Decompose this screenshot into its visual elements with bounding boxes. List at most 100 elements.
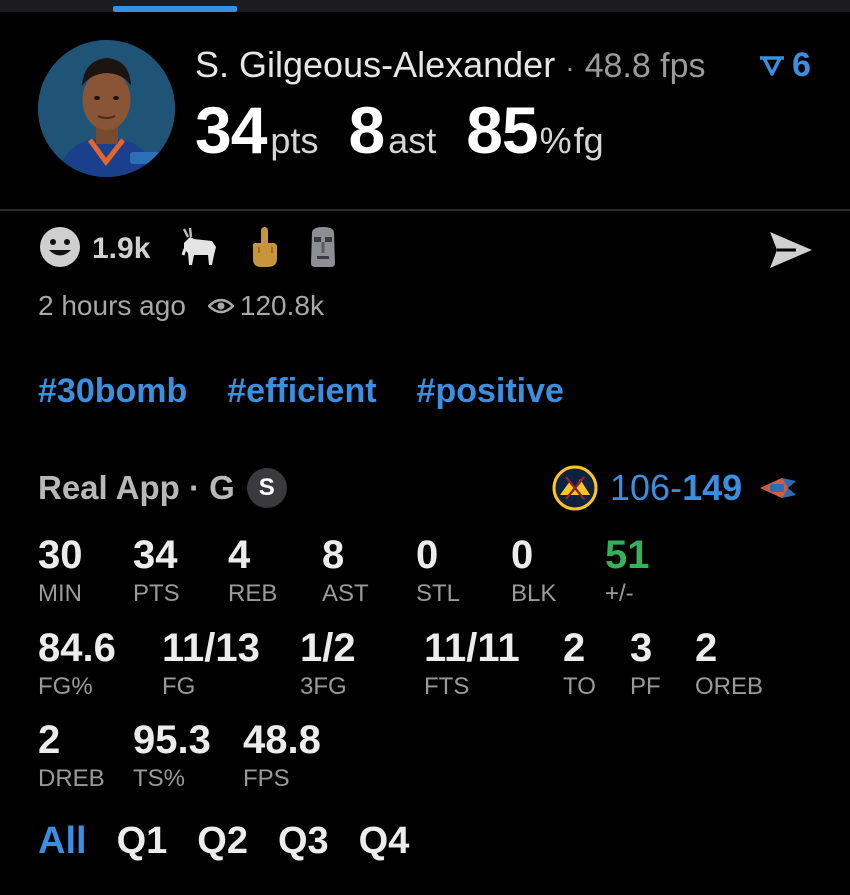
- stat-fg-pct: 84.6 FG%: [38, 626, 116, 702]
- share-button[interactable]: [768, 230, 814, 275]
- headline-fg-unit: fg: [573, 120, 604, 161]
- stat-label: FPS: [243, 765, 290, 792]
- smile-icon[interactable]: [38, 225, 82, 274]
- period-tabs: All Q1 Q2 Q3 Q4: [38, 820, 439, 863]
- stat-label: BLK: [511, 580, 557, 607]
- stat-value: 4: [228, 533, 251, 577]
- headline-stats: 34 pts 8 ast 85 % fg: [195, 92, 634, 168]
- reactions-bar: 1.9k: [38, 225, 364, 273]
- stat-value: 84.6: [38, 626, 116, 670]
- tab-q4[interactable]: Q4: [359, 820, 410, 863]
- headline-fg-percent: %: [539, 120, 572, 161]
- nuggets-logo-icon: [552, 465, 598, 511]
- tab-all[interactable]: All: [38, 820, 87, 863]
- eye-icon: [207, 298, 234, 314]
- view-count: 120.8k: [207, 290, 324, 322]
- stat-label: MIN: [38, 580, 82, 607]
- stat-value: 11/13: [162, 626, 260, 670]
- game-result[interactable]: 106-149: [552, 465, 798, 511]
- stat-label: TS%: [133, 765, 186, 792]
- thunder-logo-icon: [760, 478, 797, 498]
- goat-icon[interactable]: [176, 225, 222, 274]
- headline-assists-unit: ast: [388, 120, 437, 161]
- player-avatar[interactable]: [38, 40, 175, 177]
- trend-down-icon: [760, 55, 784, 76]
- stat-value: 0: [511, 533, 534, 577]
- stat-min: 30 MIN: [38, 533, 83, 609]
- stat-value: 48.8: [243, 718, 321, 762]
- stat-value: 11/11: [424, 626, 520, 670]
- stat-label: PTS: [133, 580, 180, 607]
- stat-label: PF: [630, 673, 661, 700]
- stat-plus-minus: 51 +/-: [605, 533, 650, 609]
- tab-q3[interactable]: Q3: [278, 820, 329, 863]
- player-name-line: S. Gilgeous-Alexander · 48.8 fps: [195, 44, 706, 86]
- hashtag-efficient[interactable]: #efficient: [227, 372, 376, 411]
- stat-value: 30: [38, 533, 83, 577]
- stat-ast: 8 AST: [322, 533, 369, 609]
- trend-count: 6: [792, 46, 811, 84]
- send-icon: [770, 232, 812, 268]
- stat-label: 3FG: [300, 673, 347, 700]
- stat-3fg: 1/2 3FG: [300, 626, 356, 702]
- player-photo-icon: [38, 40, 175, 177]
- stat-ts-pct: 95.3 TS%: [133, 718, 211, 794]
- view-count-value: 120.8k: [239, 290, 324, 321]
- stat-label: STL: [416, 580, 461, 607]
- stat-value: 8: [322, 533, 345, 577]
- stat-to: 2 TO: [563, 626, 596, 702]
- stats-source: Real App · G S: [38, 468, 287, 508]
- stat-value: 3: [630, 626, 653, 670]
- stat-dreb: 2 DREB: [38, 718, 105, 794]
- stat-fps: 48.8 FPS: [243, 718, 321, 794]
- stat-value: 2: [38, 718, 61, 762]
- stat-label: AST: [322, 580, 369, 607]
- stat-value: 2: [563, 626, 586, 670]
- player-name[interactable]: S. Gilgeous-Alexander: [195, 44, 555, 85]
- stat-value: 95.3: [133, 718, 211, 762]
- stat-fts: 11/11 FTS: [424, 626, 520, 702]
- stat-value: 2: [695, 626, 718, 670]
- tab-q1[interactable]: Q1: [117, 820, 168, 863]
- game-score: 106-149: [610, 467, 742, 509]
- score-opponent: 106: [610, 467, 671, 508]
- stat-label: FG%: [38, 673, 93, 700]
- trend-badge[interactable]: 6: [758, 46, 811, 85]
- stat-label: FTS: [424, 673, 470, 700]
- stat-oreb: 2 OREB: [695, 626, 763, 702]
- stat-pf: 3 PF: [630, 626, 661, 702]
- stat-reb: 4 REB: [228, 533, 277, 609]
- score-team: 149: [682, 467, 743, 508]
- stat-blk: 0 BLK: [511, 533, 556, 609]
- stat-label: FG: [162, 673, 196, 700]
- hashtag-list: #30bomb #efficient #positive: [38, 372, 604, 411]
- stat-label: OREB: [695, 673, 764, 700]
- stat-value: 51: [605, 533, 650, 577]
- tab-q2[interactable]: Q2: [197, 820, 248, 863]
- name-separator: ·: [565, 52, 575, 83]
- score-dash: -: [670, 467, 683, 508]
- hashtag-30bomb[interactable]: #30bomb: [38, 372, 187, 411]
- post-meta: 2 hours ago 120.8k: [38, 290, 324, 322]
- section-divider: [0, 209, 850, 211]
- stat-value: 1/2: [300, 626, 356, 670]
- stat-value: 34: [133, 533, 178, 577]
- stat-stl: 0 STL: [416, 533, 460, 609]
- stat-value: 0: [416, 533, 439, 577]
- post-time: 2 hours ago: [38, 290, 186, 321]
- hashtag-positive[interactable]: #positive: [417, 372, 564, 411]
- headline-points-value: 34: [195, 93, 267, 167]
- headline-points-unit: pts: [270, 120, 319, 161]
- stat-pts: 34 PTS: [133, 533, 180, 609]
- reaction-count: 1.9k: [92, 232, 151, 265]
- stat-label: DREB: [38, 765, 105, 792]
- stat-label: TO: [563, 673, 596, 700]
- active-tab-indicator: [113, 6, 237, 12]
- stat-label: REB: [228, 580, 278, 607]
- headline-fg-value: 85: [466, 93, 538, 167]
- stat-label: +/-: [605, 580, 634, 607]
- source-label: Real App · G: [38, 469, 235, 506]
- moai-icon[interactable]: [306, 225, 340, 274]
- stat-fg: 11/13 FG: [162, 626, 260, 702]
- middle-finger-icon[interactable]: [246, 225, 282, 274]
